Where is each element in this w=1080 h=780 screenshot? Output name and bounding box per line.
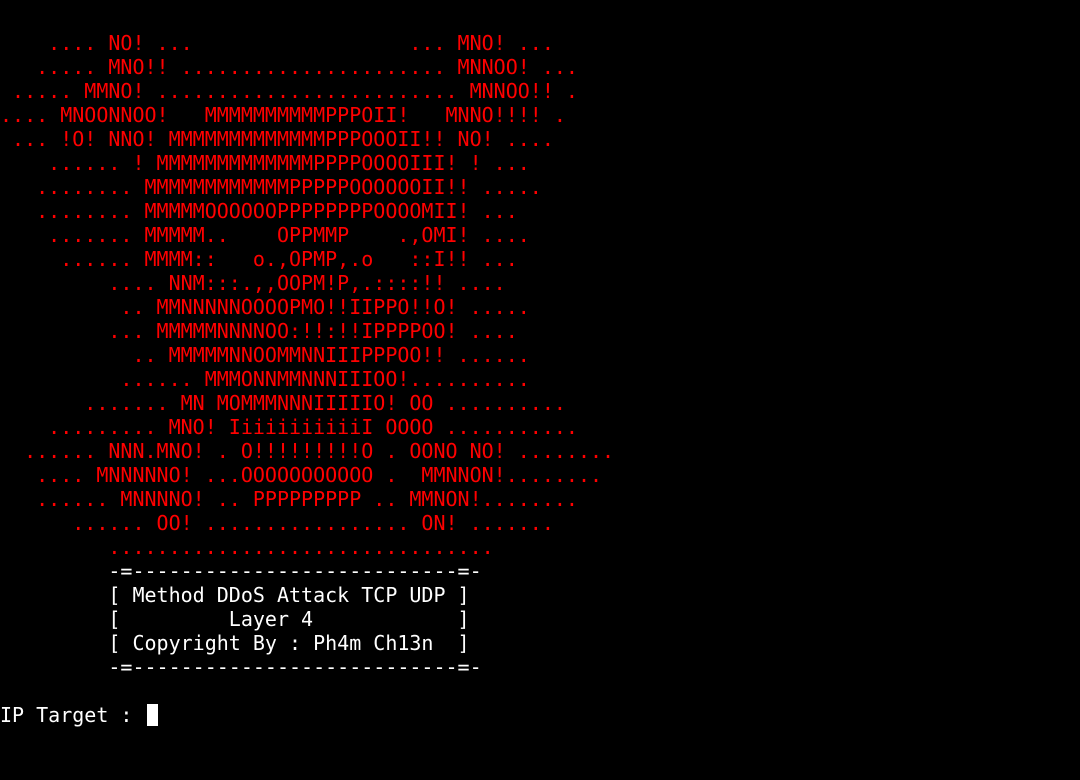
ascii-art-line: .. MMNNNNNOOOOPMO!!IIPPO!!O! ..... (0, 295, 530, 319)
ascii-art: .... NO! ... ... MNO! ... ..... MNO!! ..… (0, 31, 1080, 559)
banner-subtitle: [ Layer 4 ] (0, 607, 470, 631)
ascii-art-line: ..... MMNO! ......................... MN… (0, 79, 578, 103)
banner-border-bottom: -=---------------------------=- (0, 655, 482, 679)
ascii-art-line: ...... ! MMMMMMMMMMMMMPPPPOOOOIII! ! ... (0, 151, 530, 175)
ascii-art-line: ...... NNN.MNO! . O!!!!!!!!!O . OONO NO!… (0, 439, 615, 463)
ascii-art-line: ...... MMMONNMMNNNIIIOO!.......... (0, 367, 530, 391)
ascii-art-line: ........ MMMMMMMMMMMMPPPPPOOOOOOII!! ...… (0, 175, 542, 199)
ascii-art-line: ..... MNO!! ...................... MNNOO… (0, 55, 578, 79)
banner-border-top: -=---------------------------=- (0, 559, 482, 583)
ascii-art-line: ... MMMMMNNNNOO:!!:!!IPPPPOO! .... (0, 319, 518, 343)
ascii-art-line: ....... MN MOMMMNNNIIIIIO! OO .......... (0, 391, 566, 415)
ascii-art-line: ...... MNNNNO! .. PPPPPPPPP .. MMNON!...… (0, 487, 578, 511)
text-cursor[interactable] (146, 704, 158, 726)
ascii-art-line: .... MNOONNOO! MMMMMMMMMMPPPOII! MNNO!!!… (0, 103, 566, 127)
ip-target-prompt[interactable]: IP Target : (0, 703, 1080, 727)
ascii-art-line: ......... MNO! IiiiiiiiiiiI OOOO .......… (0, 415, 578, 439)
ascii-art-line: ................................ (0, 535, 494, 559)
ascii-art-line: ....... MMMMM.. OPPMMP .,OMI! .... (0, 223, 530, 247)
ascii-art-line: ... !O! NNO! MMMMMMMMMMMMMPPPOOOII!! NO!… (0, 127, 554, 151)
banner-title: [ Method DDoS Attack TCP UDP ] (0, 583, 470, 607)
title-banner: -=---------------------------=- [ Method… (0, 559, 1080, 679)
ascii-art-line: ...... OO! ................. ON! ....... (0, 511, 554, 535)
ascii-art-line: ........ MMMMMOOOOOOPPPPPPPPOOOOMII! ... (0, 199, 518, 223)
ascii-art-line: .... NNM:::.,,OOPM!P,.::::!! .... (0, 271, 506, 295)
ascii-art-line: .... NO! ... ... MNO! ... (0, 31, 554, 55)
terminal-window: .... NO! ... ... MNO! ... ..... MNO!! ..… (0, 31, 1080, 727)
ascii-art-line: .. MMMMMNNOOMMNNIIIPPPOO!! ...... (0, 343, 530, 367)
ascii-art-line: .... MNNNNNO! ...OOOOOOOOOOO . MMNNON!..… (0, 463, 603, 487)
prompt-label: IP Target : (0, 703, 145, 727)
ascii-art-line: ...... MMMM:: o.,OPMP,.o ::I!! ... (0, 247, 518, 271)
banner-copyright: [ Copyright By : Ph4m Ch13n ] (0, 631, 470, 655)
